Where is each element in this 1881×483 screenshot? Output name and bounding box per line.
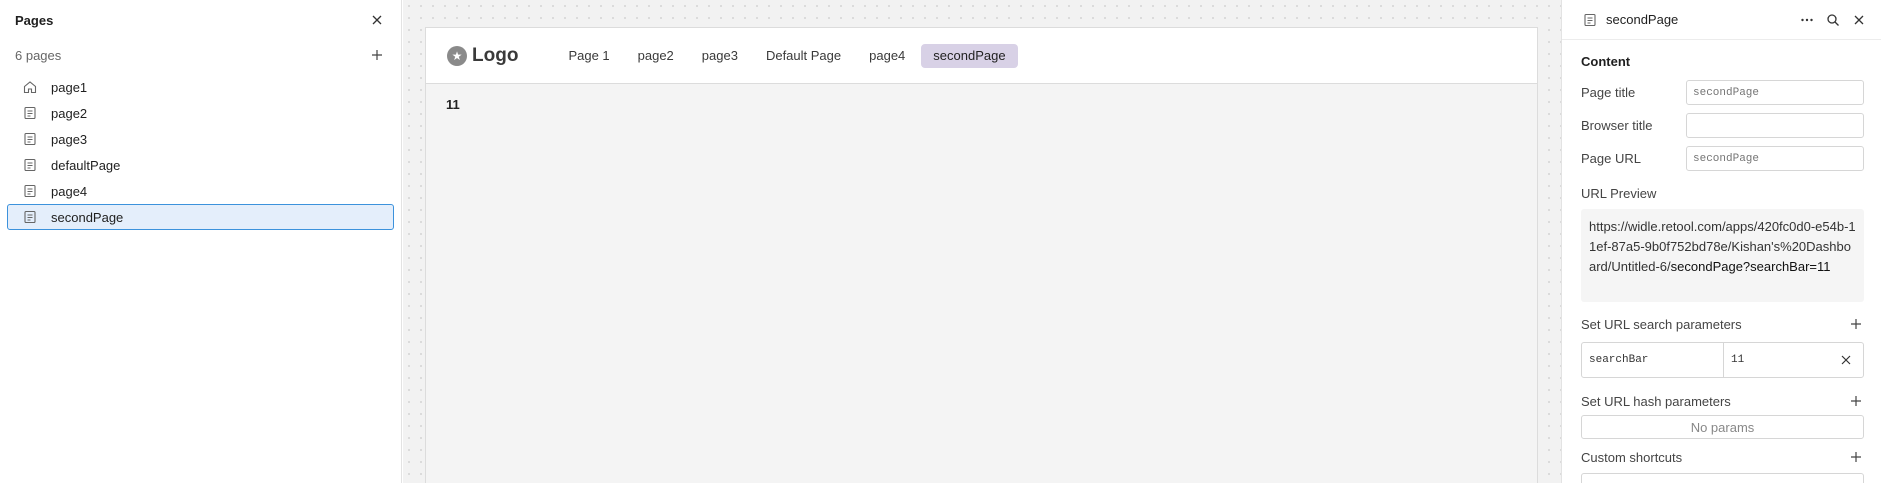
page-icon [22,131,38,147]
search-param-row: searchBar 11 [1581,342,1864,378]
page-title-label: Page title [1581,85,1636,100]
page-list: page1 page2 page3 defaultPage page4 seco… [0,74,401,230]
page-item-page3[interactable]: page3 [7,126,394,152]
url-preview-path: secondPage?searchBar=11 [1670,259,1831,274]
search-params-header: Set URL search parameters [1562,314,1881,334]
nav-tab-secondpage[interactable]: secondPage [921,43,1018,68]
search-param-value[interactable]: 11 [1731,354,1744,366]
nav-tab-page4[interactable]: page4 [857,44,917,68]
pages-panel-title: Pages [15,12,54,28]
page-url-row: Page URL [1562,145,1881,172]
nav-tab-page-1[interactable]: Page 1 [556,44,621,68]
browser-title-label: Browser title [1581,118,1653,133]
pages-count: 6 pages [15,47,62,63]
app-preview-frame: ★ Logo Page 1 page2 page3 Default Page p… [425,27,1538,483]
custom-shortcuts-label: Custom shortcuts [1581,449,1683,465]
close-icon[interactable] [1849,10,1869,30]
pages-count-row: 6 pages [0,40,401,70]
home-icon [22,79,38,95]
add-shortcut-icon[interactable] [1846,447,1866,467]
page-item-page1[interactable]: page1 [7,74,394,100]
page-item-label: page3 [51,131,88,147]
nav-tab-default-page[interactable]: Default Page [754,44,853,68]
page-item-page2[interactable]: page2 [7,100,394,126]
search-param-value-cell: 11 [1724,343,1863,377]
nav-tab-page2[interactable]: page2 [626,44,686,68]
page-item-label: page2 [51,105,88,121]
page-item-page4[interactable]: page4 [7,178,394,204]
page-icon [22,183,38,199]
search-params-label: Set URL search parameters [1581,316,1742,332]
url-preview: https://widle.retool.com/apps/420fc0d0-e… [1581,209,1864,302]
page-icon [22,105,38,121]
inspector-title: secondPage [1606,12,1679,27]
inspector-header: secondPage [1562,0,1881,40]
inspector-panel: secondPage Content Page title Browser ti… [1561,0,1881,483]
content-section-title: Content [1581,54,1631,69]
browser-title-input[interactable] [1686,113,1864,138]
page-url-label: Page URL [1581,151,1641,166]
page-title-input[interactable] [1686,80,1864,105]
page-url-input[interactable] [1686,146,1864,171]
inspector-actions [1797,10,1869,30]
remove-param-icon[interactable] [1836,350,1856,370]
app-logo[interactable]: ★ Logo [447,45,518,67]
hash-params-header: Set URL hash parameters [1562,391,1881,411]
page-item-label: page1 [51,79,88,95]
search-bar-value-text: 11 [446,97,460,112]
page-icon [22,209,38,225]
page-item-secondpage[interactable]: secondPage [7,204,394,230]
page-item-label: defaultPage [51,157,121,173]
nav-tab-page3[interactable]: page3 [690,44,750,68]
page-title-row: Page title [1562,79,1881,106]
custom-shortcuts-header: Custom shortcuts [1562,447,1881,467]
close-icon[interactable] [367,10,387,30]
add-hash-param-icon[interactable] [1846,391,1866,411]
logo-text: Logo [472,44,519,66]
page-item-label: secondPage [51,209,124,225]
page-item-label: page4 [51,183,88,199]
pages-panel-header: Pages [0,0,401,40]
page-item-defaultpage[interactable]: defaultPage [7,152,394,178]
more-icon[interactable] [1797,10,1817,30]
search-icon[interactable] [1823,10,1843,30]
browser-title-row: Browser title [1562,112,1881,139]
page-icon [22,157,38,173]
custom-shortcuts-box [1581,473,1864,483]
editor-canvas[interactable]: ★ Logo Page 1 page2 page3 Default Page p… [403,0,1561,483]
pages-panel: Pages 6 pages page1 page2 page3 defaultP… [0,0,402,483]
app-navigation: ★ Logo Page 1 page2 page3 Default Page p… [426,28,1537,84]
search-param-key[interactable]: searchBar [1582,343,1724,377]
add-search-param-icon[interactable] [1846,314,1866,334]
url-preview-label: URL Preview [1581,186,1657,201]
page-icon [1582,12,1598,28]
app-nav-tabs: Page 1 page2 page3 Default Page page4 se… [556,43,1021,68]
star-icon: ★ [447,45,467,66]
app-body: 11 [426,84,1537,125]
add-page-icon[interactable] [367,45,387,65]
hash-params-empty: No params [1581,415,1864,439]
hash-params-label: Set URL hash parameters [1581,393,1731,409]
